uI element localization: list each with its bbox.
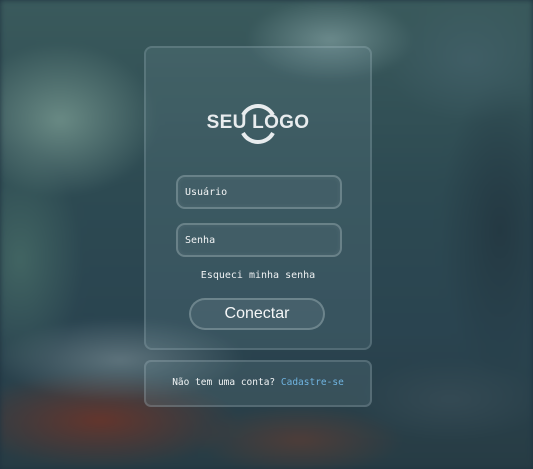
password-input[interactable]: [178, 225, 340, 255]
signup-link[interactable]: Cadastre-se: [281, 377, 344, 388]
forgot-password-link[interactable]: Esqueci minha senha: [144, 270, 372, 281]
signup-prompt: Não tem uma conta?: [172, 377, 276, 388]
logo: SEU LOGO: [144, 98, 372, 146]
logo-text: SEU LOGO: [206, 112, 310, 133]
username-field[interactable]: [176, 175, 342, 209]
username-input[interactable]: [178, 177, 340, 207]
password-field[interactable]: [176, 223, 342, 257]
signup-line: Não tem uma conta? Cadastre-se: [144, 377, 372, 388]
connect-button[interactable]: Conectar: [189, 298, 325, 330]
